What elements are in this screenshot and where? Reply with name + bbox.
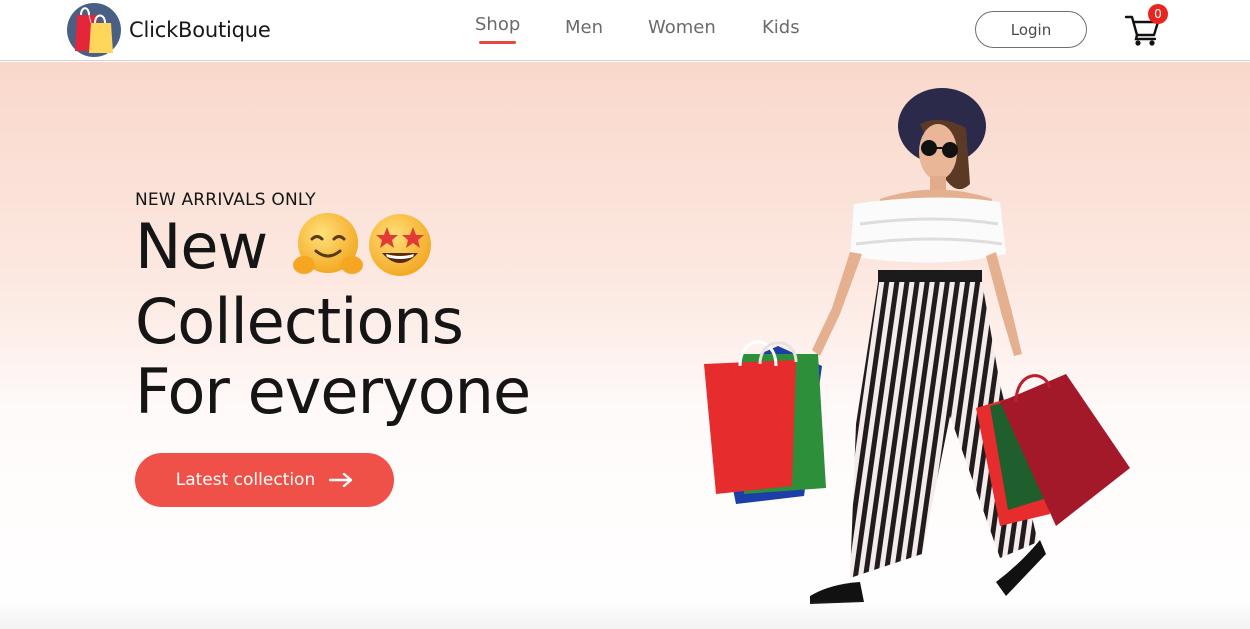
- hero-eyebrow: NEW ARRIVALS ONLY: [135, 190, 316, 210]
- star-struck-emoji: [368, 213, 431, 276]
- login-button[interactable]: Login: [975, 11, 1087, 48]
- hero-bottom-shadow: [0, 599, 1250, 629]
- nav-item-label: Women: [648, 17, 716, 38]
- nav-item-label: Shop: [475, 14, 521, 35]
- nav-item-kids[interactable]: Kids: [762, 17, 800, 38]
- headline-line-2: Collections: [135, 284, 464, 358]
- headline-line-1: New: [135, 212, 655, 287]
- cart-button[interactable]: 0: [1124, 4, 1170, 48]
- cta-label: Latest collection: [175, 470, 316, 490]
- cart-count-badge: 0: [1148, 4, 1168, 24]
- hugging-face-emoji: [292, 212, 363, 274]
- nav-item-label: Men: [565, 17, 604, 38]
- emoji-group: [292, 209, 436, 281]
- headline-line-3: For everyone: [135, 354, 531, 428]
- arrow-right-icon: [329, 473, 353, 487]
- navbar: ClickBoutique Shop Men Women Kids Login …: [0, 0, 1250, 61]
- woman-with-shopping-bags-image: [704, 88, 1130, 604]
- nav-item-shop[interactable]: Shop: [475, 14, 520, 44]
- hero-headline: New Collections For everyone: [135, 212, 655, 427]
- headline-line-1-text: New: [135, 210, 268, 283]
- nav-item-label: Kids: [762, 17, 800, 38]
- hero-section: NEW ARRIVALS ONLY New Collections For ev…: [0, 62, 1250, 629]
- nav-item-men[interactable]: Men: [565, 17, 603, 38]
- nav-item-women[interactable]: Women: [648, 17, 716, 38]
- hero-text: NEW ARRIVALS ONLY New Collections For ev…: [135, 190, 655, 427]
- active-underline: [479, 41, 517, 44]
- latest-collection-button[interactable]: Latest collection: [135, 453, 394, 507]
